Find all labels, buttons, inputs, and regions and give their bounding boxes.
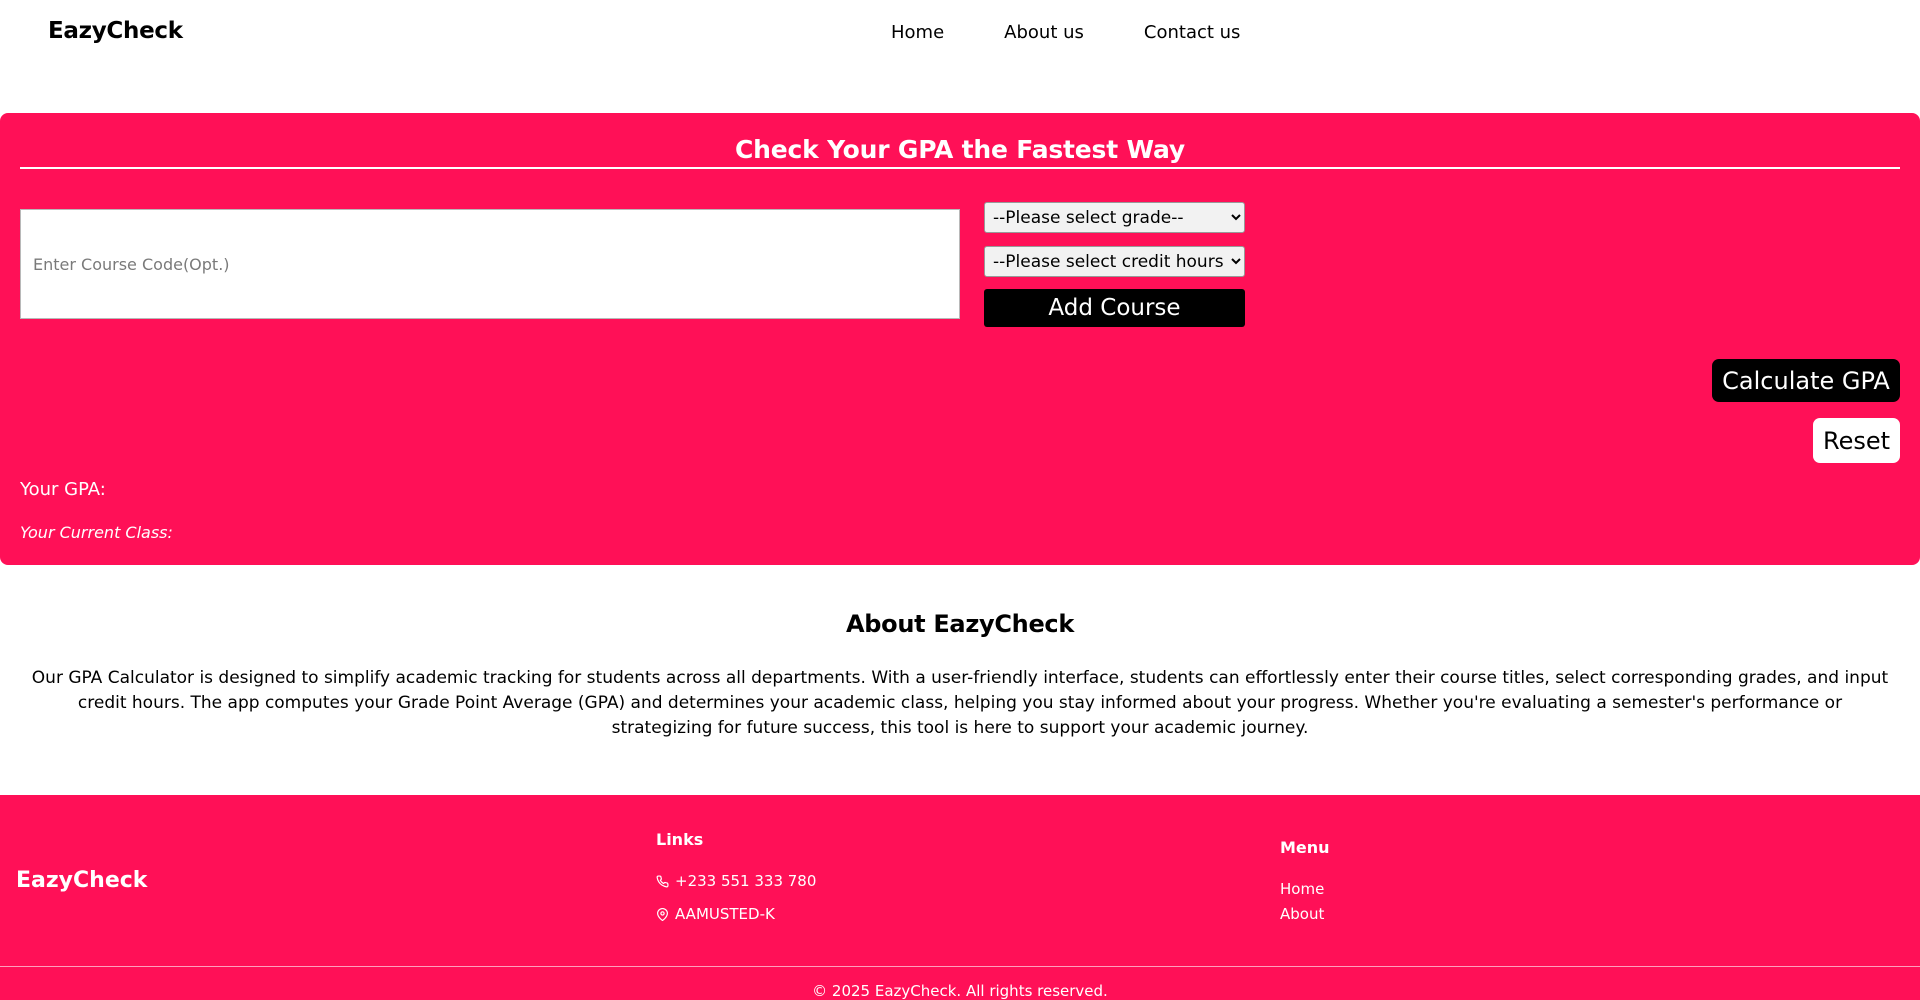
- footer-menu-home[interactable]: Home: [1280, 880, 1324, 898]
- footer-divider: [0, 966, 1920, 967]
- footer: EazyCheck Links +233 551 333 780 AAMUSTE…: [0, 795, 1920, 1000]
- nav-contact-link[interactable]: Contact us: [1144, 22, 1241, 43]
- footer-location: AAMUSTED-K: [656, 905, 775, 923]
- current-class-label: Your Current Class:: [20, 523, 173, 542]
- gpa-calculator-panel: Check Your GPA the Fastest Way --Please …: [0, 113, 1920, 565]
- add-course-button[interactable]: Add Course: [984, 289, 1245, 327]
- title-divider: [20, 167, 1900, 169]
- nav-home-link[interactable]: Home: [891, 22, 944, 43]
- footer-brand: EazyCheck: [16, 868, 148, 893]
- calculator-title: Check Your GPA the Fastest Way: [735, 135, 1185, 164]
- footer-menu-about[interactable]: About: [1280, 905, 1324, 923]
- location-text: AAMUSTED-K: [675, 905, 775, 923]
- brand-logo[interactable]: EazyCheck: [48, 18, 183, 44]
- credit-hours-select[interactable]: --Please select credit hours--: [984, 246, 1245, 277]
- footer-phone[interactable]: +233 551 333 780: [656, 872, 816, 890]
- footer-links-title: Links: [656, 830, 704, 849]
- about-section: About EazyCheck Our GPA Calculator is de…: [0, 610, 1920, 741]
- copyright-text: © 2025 EazyCheck. All rights reserved.: [812, 982, 1108, 1000]
- footer-menu-title: Menu: [1280, 838, 1330, 857]
- phone-icon: [656, 874, 669, 887]
- nav-about-link[interactable]: About us: [1004, 22, 1084, 43]
- calculate-gpa-button[interactable]: Calculate GPA: [1712, 359, 1900, 402]
- gpa-result-label: Your GPA:: [20, 479, 106, 500]
- about-title: About EazyCheck: [845, 610, 1075, 638]
- about-text: Our GPA Calculator is designed to simpli…: [31, 668, 1889, 738]
- location-pin-icon: [657, 907, 668, 921]
- nav-links: Home About us Contact us: [891, 22, 1300, 43]
- phone-number: +233 551 333 780: [675, 872, 817, 890]
- grade-select[interactable]: --Please select grade--: [984, 202, 1245, 233]
- reset-button[interactable]: Reset: [1813, 418, 1900, 463]
- course-code-input[interactable]: [20, 209, 960, 319]
- top-nav: EazyCheck Home About us Contact us: [0, 0, 1920, 66]
